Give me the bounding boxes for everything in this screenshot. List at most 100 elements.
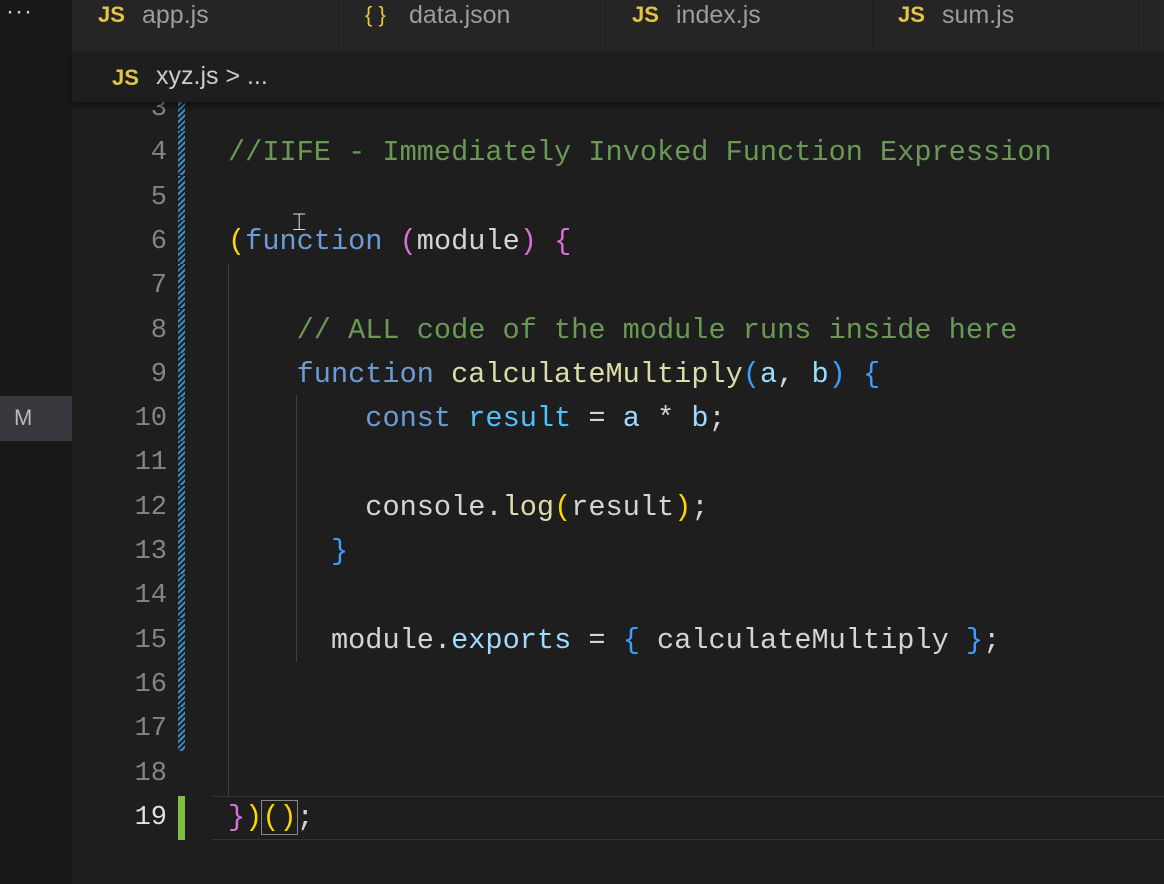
gutter-modified-indicator[interactable] [178, 530, 185, 574]
code-text: function calculateMultiply(a, b) { [228, 353, 881, 397]
code-text: })(); [228, 796, 314, 840]
tab-label: index.js [676, 1, 761, 29]
code-token: ( [399, 224, 417, 258]
code-token: calculateMultiply [451, 357, 743, 391]
line-number: 13 [134, 537, 167, 567]
code-token: . [433, 623, 452, 657]
gutter-modified-indicator[interactable] [178, 574, 185, 619]
line-number: 14 [134, 581, 167, 612]
tab-label: sum.js [942, 1, 1015, 29]
line-number: 19 [134, 802, 167, 833]
code-line[interactable]: 10 const result = a * b; [72, 397, 1164, 442]
code-text: const result = a * b; [228, 397, 726, 441]
code-token: } [965, 623, 984, 657]
line-number: 4 [150, 138, 167, 169]
code-token: ; [708, 402, 726, 436]
gutter-modified-indicator[interactable] [178, 397, 185, 442]
gutter-modified-indicator[interactable] [178, 219, 185, 264]
code-line[interactable]: 11 [72, 441, 1164, 486]
gutter-modified-indicator[interactable] [178, 102, 185, 131]
code-line[interactable]: 4 //IIFE - Immediately Invoked Function E… [72, 131, 1164, 176]
code-line[interactable]: 8 // ALL code of the module runs inside … [72, 308, 1164, 353]
code-line[interactable]: 13 } [72, 530, 1164, 574]
code-token: log [502, 490, 555, 524]
code-line[interactable]: 5 [72, 175, 1164, 220]
tab-data-json[interactable]: { } data.json [339, 0, 606, 52]
line-number: 8 [150, 315, 167, 346]
gutter-modified-indicator[interactable] [178, 308, 185, 353]
gutter-added-indicator[interactable] [178, 795, 185, 840]
gutter-modified-indicator[interactable] [178, 264, 185, 309]
code-token: ) [245, 800, 263, 834]
code-token: = [571, 623, 623, 657]
code-line[interactable]: 12 console.log(result); [72, 485, 1164, 530]
code-line[interactable]: 16 [72, 662, 1164, 707]
gutter-modified-indicator[interactable] [178, 131, 185, 176]
gutter-modified-indicator[interactable] [178, 662, 185, 707]
code-line[interactable]: 14 [72, 574, 1164, 619]
code-line[interactable]: 6 (function (module) { [72, 219, 1164, 264]
line-number: 16 [134, 669, 167, 700]
code-line[interactable]: 3 [72, 102, 1164, 131]
code-token: module [330, 623, 434, 657]
more-actions-icon[interactable]: ··· [6, 0, 33, 24]
line-number: 10 [134, 404, 167, 435]
breadcrumb[interactable]: JS xyz.js > ... [72, 52, 1164, 102]
tab-app-js[interactable]: JS app.js [72, 0, 339, 52]
gutter-modified-indicator[interactable] [178, 441, 185, 486]
code-token: module [416, 224, 520, 258]
modified-badge: M [14, 405, 33, 430]
code-line[interactable]: 9 function calculateMultiply(a, b) { [72, 352, 1164, 397]
tab-sum-js[interactable]: JS sum.js [872, 0, 1139, 52]
line-number: 15 [134, 625, 167, 656]
javascript-file-icon: JS [98, 2, 125, 27]
code-text: //IIFE - Immediately Invoked Function Ex… [228, 131, 1052, 175]
code-line[interactable]: 15 module.exports = { calculateMultiply … [72, 618, 1164, 663]
code-token: // ALL code of the module runs inside he… [296, 313, 1018, 347]
gutter-modified-indicator[interactable] [178, 175, 185, 220]
breadcrumb-path[interactable]: xyz.js > ... [156, 62, 268, 91]
gutter-modified-indicator[interactable] [178, 707, 185, 752]
code-token: ) [519, 224, 537, 258]
code-token: b [691, 402, 709, 436]
code-line[interactable]: 18 [72, 752, 1164, 796]
code-token: console [365, 490, 486, 524]
code-token: ) [674, 490, 692, 524]
code-token: { [863, 357, 881, 391]
gutter-modified-indicator[interactable] [178, 485, 185, 530]
line-number: 6 [150, 226, 167, 257]
tab-index-js[interactable]: JS index.js [606, 0, 873, 52]
gutter-modified-indicator[interactable] [178, 352, 185, 397]
source-control-modified-item[interactable]: M [0, 396, 72, 441]
code-token: } [330, 535, 349, 568]
code-token: a [759, 357, 778, 391]
code-token: b [811, 357, 829, 391]
code-text: module.exports = { calculateMultiply }; [228, 619, 1000, 663]
code-line[interactable]: 17 [72, 707, 1164, 752]
javascript-file-icon: JS [632, 2, 659, 27]
code-text: console.log(result); [228, 486, 708, 530]
code-editor[interactable]: 3 4 //IIFE - Immediately Invoked Function … [72, 102, 1164, 884]
gutter-modified-indicator[interactable] [178, 618, 185, 663]
code-token: * [639, 402, 692, 436]
code-token: , [777, 357, 812, 391]
code-token: calculateMultiply [639, 623, 966, 657]
tab-label: app.js [142, 1, 209, 29]
code-line[interactable]: 7 [72, 264, 1164, 309]
code-token: const [365, 402, 452, 436]
line-number: 3 [150, 102, 167, 124]
javascript-file-icon: JS [898, 2, 925, 27]
code-line[interactable]: 19 })(); [72, 795, 1164, 840]
code-text: (function (module) { [228, 220, 571, 264]
line-number: 7 [150, 271, 167, 302]
json-file-icon: { } [365, 2, 386, 27]
